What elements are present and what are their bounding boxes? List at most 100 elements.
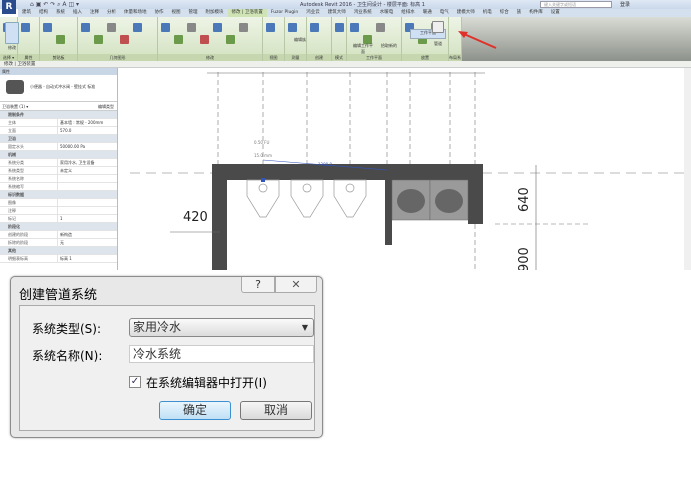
tool-icon[interactable] [81,23,90,32]
property-group[interactable]: 其他 [0,247,117,255]
property-group[interactable]: 限制条件 [0,111,117,119]
tool-icon[interactable] [174,35,183,44]
tab-5[interactable]: 分析 [103,9,120,17]
property-row[interactable]: 图像 [0,199,117,207]
help-button[interactable]: ? [241,277,275,293]
tab-20[interactable]: 建模大师 [453,9,479,17]
tool-icon[interactable] [56,35,65,44]
tab-11[interactable]: 修改 | 卫浴装置 [227,9,267,17]
property-row[interactable]: 明细表标高 标高 1 [0,255,117,263]
property-value[interactable]: 570.0 [58,127,71,134]
tool-icon[interactable] [43,23,52,32]
property-row[interactable]: 固定水头 50000.00 Pa [0,143,117,151]
system-type-select[interactable]: 家用冷水 ▼ [129,318,314,337]
tool-icon[interactable] [107,23,116,32]
canvas-scrollbar[interactable] [684,68,691,270]
property-group[interactable]: 机械 [0,151,117,159]
tab-16[interactable]: 水暖电 [376,9,398,17]
tab-17[interactable]: 给排水 [397,9,419,17]
property-row[interactable]: 系统缩写 [0,183,117,191]
tool-icon[interactable] [120,35,129,44]
tool-icon[interactable] [213,23,222,32]
drawing-canvas[interactable]: 1200.0 0.50 FU 15.0 mm 420 640 900 [119,68,691,270]
instance-filter[interactable]: 卫浴装置 (1) [2,104,25,109]
property-value[interactable]: 1 [58,215,63,222]
tool-icon[interactable] [21,23,30,32]
cancel-button[interactable]: 取消 [240,401,312,420]
property-value[interactable]: 50000.00 Pa [58,143,85,150]
revit-logo[interactable]: R [2,0,16,14]
property-value[interactable] [58,175,60,182]
tab-9[interactable]: 管理 [185,9,202,17]
property-value[interactable]: 基本墙 : 常规 - 200mm [58,119,103,126]
tool-icon[interactable] [266,23,275,32]
property-row[interactable]: 标记 1 [0,215,117,223]
property-row[interactable]: 创建的阶段 新构造 [0,231,117,239]
edit-family-label[interactable]: 编辑族 [290,37,310,43]
tool-icon[interactable] [350,23,359,32]
tool-icon[interactable] [187,23,196,32]
quick-access-toolbar[interactable]: ⌂ ▣ ↶ ↷ ⌕ A ◫ ▾ [30,1,79,9]
modify-cursor-icon[interactable] [5,22,19,44]
tool-icon[interactable] [94,35,103,44]
property-group[interactable]: 标识数据 [0,191,117,199]
open-in-editor-checkbox[interactable]: ✓ [129,376,141,388]
tool-icon[interactable] [133,23,142,32]
type-selector[interactable]: 小便器 - 自动式冲水阀 - 壁挂式 标准 [0,75,117,102]
edit-type-button[interactable]: 编辑类型 [98,102,114,111]
tool-icon[interactable] [288,23,297,32]
tab-15[interactable]: 鸿业系统 [350,9,376,17]
tab-19[interactable]: 电气 [436,9,453,17]
property-group[interactable]: 卫浴 [0,135,117,143]
ok-button[interactable]: 确定 [159,401,231,420]
property-value[interactable] [58,183,60,190]
property-row[interactable]: 系统分类 家用冷水, 卫生设备 [0,159,117,167]
tool-icon[interactable] [310,23,319,32]
edit-workplane-button[interactable]: 编辑工作平面 [352,43,374,55]
system-name-input[interactable]: 冷水系统 [129,345,314,363]
tab-13[interactable]: 鸿业云 [302,9,324,17]
tab-25[interactable]: 设置 [547,9,564,17]
tab-14[interactable]: 建筑大师 [324,9,350,17]
tool-icon[interactable] [376,23,385,32]
search-input[interactable]: 键入关键字或短语 [540,1,612,8]
property-row[interactable]: 系统类型 未定义 [0,167,117,175]
property-value[interactable]: 无 [58,239,64,246]
tab-12[interactable]: Fuzor Plugin [267,9,302,17]
pick-new-button[interactable]: 拾取新的 [380,43,398,49]
tool-icon[interactable] [200,35,209,44]
open-in-editor-label[interactable]: 在系统编辑器中打开(I) [146,374,267,391]
tab-8[interactable]: 视图 [168,9,185,17]
sign-in[interactable]: 登录 [620,1,630,8]
temp-dimension[interactable]: 1200.0 [318,162,332,167]
tool-icon[interactable] [335,23,344,32]
connector-icon[interactable] [261,178,265,182]
tab-7[interactable]: 协作 [151,9,168,17]
property-value[interactable]: 新构造 [58,231,72,238]
property-row[interactable]: 主体 基本墙 : 常规 - 200mm [0,119,117,127]
piping-button[interactable]: 管道 [428,41,448,47]
tab-2[interactable]: 系统 [52,9,69,17]
property-value[interactable]: 未定义 [58,167,72,174]
tab-6[interactable]: 体量和场地 [120,9,151,17]
property-row[interactable]: 注释 [0,207,117,215]
tab-18[interactable]: 暖通 [419,9,436,17]
property-row[interactable]: 拆除的阶段无 [0,239,117,247]
tab-22[interactable]: 综合 [496,9,513,17]
property-group[interactable]: 阶段化 [0,223,117,231]
property-row[interactable]: 立面 570.0 [0,127,117,135]
tab-23[interactable]: 族 [513,9,526,17]
property-value[interactable] [58,199,60,206]
property-row[interactable]: 系统名称 [0,175,117,183]
property-value[interactable] [58,207,60,214]
tab-0[interactable]: 建筑 [18,9,35,17]
close-button[interactable]: ✕ [275,277,317,293]
property-value[interactable]: 标高 1 [58,255,72,262]
modify-button[interactable]: 修改 [4,45,20,51]
tab-1[interactable]: 结构 [35,9,52,17]
tool-icon[interactable] [226,35,235,44]
tab-3[interactable]: 插入 [69,9,86,17]
tab-21[interactable]: 机电 [479,9,496,17]
property-value[interactable]: 家用冷水, 卫生设备 [58,159,95,166]
tool-icon[interactable] [239,23,248,32]
